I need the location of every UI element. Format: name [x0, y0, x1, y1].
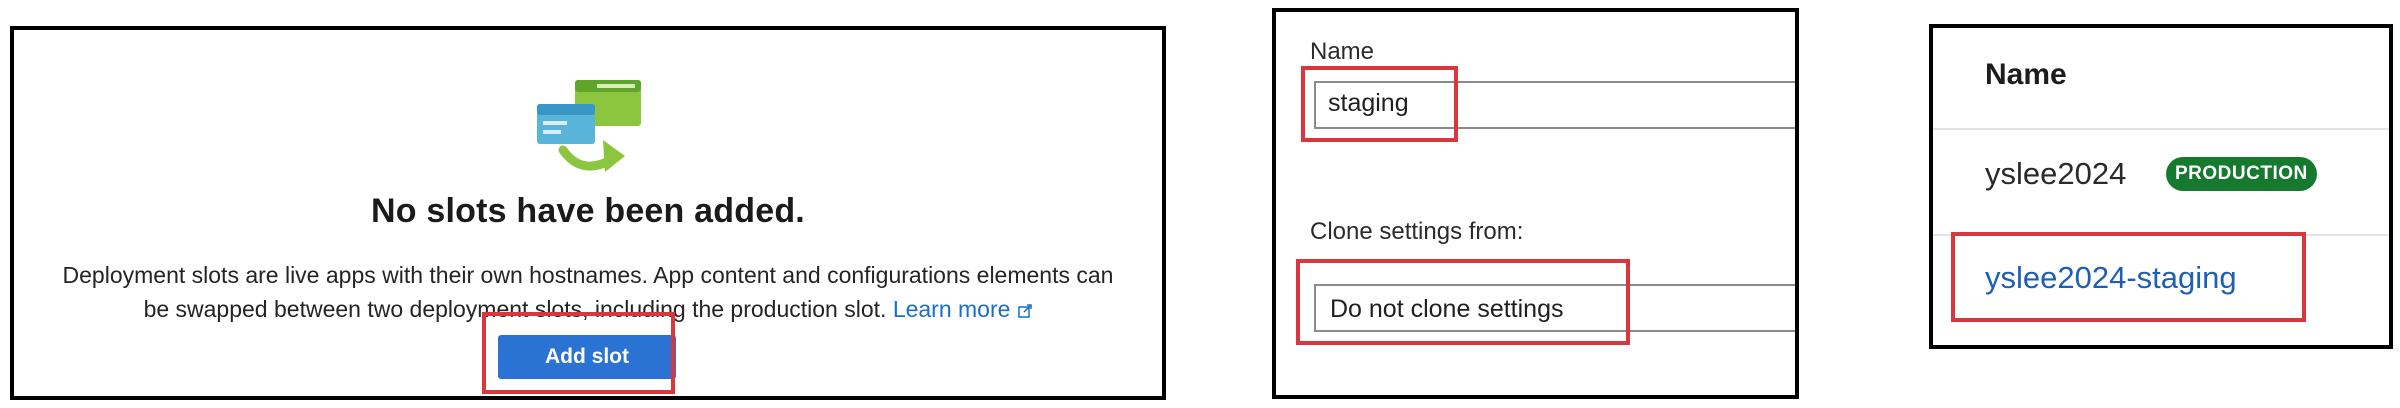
- highlight-add-slot: [482, 312, 675, 394]
- slot-name-production[interactable]: yslee2024: [1985, 156, 2126, 192]
- empty-state-title: No slots have been added.: [371, 192, 805, 230]
- deployment-slots-swap-icon: [537, 80, 641, 172]
- description-line-1: Deployment slots are live apps with thei…: [62, 262, 1114, 288]
- name-label: Name: [1310, 38, 1375, 65]
- highlight-name-input: [1301, 66, 1458, 142]
- learn-more-link[interactable]: Learn more: [893, 296, 1033, 322]
- clone-settings-label: Clone settings from:: [1310, 218, 1524, 245]
- name-column-header: Name: [1985, 58, 2067, 91]
- learn-more-label: Learn more: [892, 296, 1011, 322]
- production-badge: PRODUCTION: [2166, 157, 2317, 191]
- external-link-icon: [1018, 304, 1033, 318]
- highlight-staging-link: [1951, 232, 2306, 322]
- highlight-clone-select: [1296, 259, 1630, 345]
- row-divider: [1933, 128, 2389, 130]
